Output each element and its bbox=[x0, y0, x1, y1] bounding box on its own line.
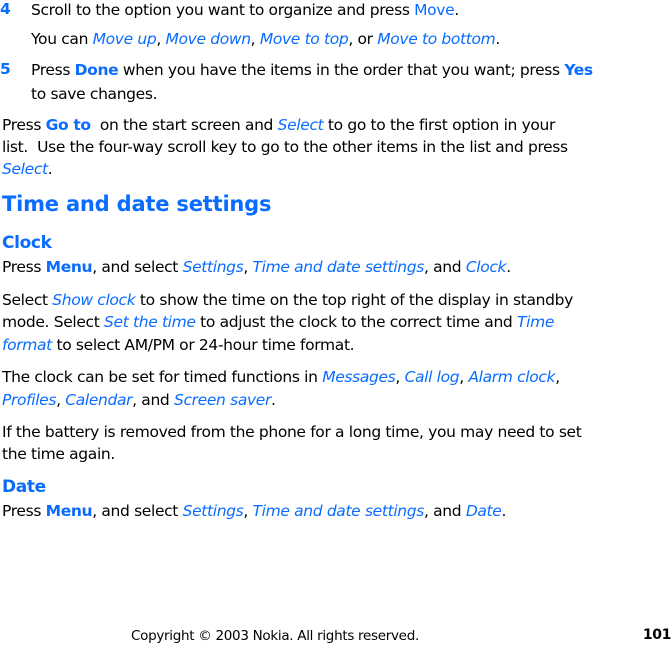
clock-menu-path: Press Menu, and select Settings, Time an… bbox=[2, 258, 511, 276]
option-settings: Settings bbox=[182, 258, 244, 276]
clock-heading: Clock bbox=[2, 233, 52, 253]
key-move: Move bbox=[414, 1, 455, 19]
step-4-text: Scroll to the option you want to organiz… bbox=[31, 1, 459, 19]
option-move-down: Move down bbox=[165, 30, 252, 48]
option-select: Select bbox=[2, 160, 48, 178]
option-settings: Settings bbox=[182, 502, 244, 520]
option-call-log: Call log bbox=[404, 368, 460, 386]
key-yes: Yes bbox=[564, 61, 593, 79]
option-date: Date bbox=[465, 502, 502, 520]
option-time-and-date-settings: Time and date settings bbox=[252, 258, 425, 276]
option-select: Select bbox=[277, 116, 324, 134]
option-clock: Clock bbox=[465, 258, 507, 276]
option-move-to-top: Move to top bbox=[259, 30, 349, 48]
option-move-to-bottom: Move to bottom bbox=[377, 30, 496, 48]
step-5-text: Press Done when you have the items in th… bbox=[31, 61, 593, 79]
option-profiles: Profiles bbox=[2, 391, 57, 409]
key-go-to: Go to bbox=[45, 116, 91, 134]
option-calendar: Calendar bbox=[65, 391, 133, 409]
option-alarm-clock: Alarm clock bbox=[468, 368, 556, 386]
option-time-format: format bbox=[2, 336, 52, 354]
section-title: Time and date settings bbox=[2, 192, 272, 216]
date-menu-path: Press Menu, and select Settings, Time an… bbox=[2, 502, 507, 520]
option-set-the-time: Set the time bbox=[104, 313, 196, 331]
copyright-notice: Copyright © 2003 Nokia. All rights reser… bbox=[131, 628, 419, 644]
date-heading: Date bbox=[2, 477, 46, 497]
key-menu: Menu bbox=[45, 502, 93, 520]
step-number: 4 bbox=[0, 0, 11, 18]
option-time-format: Time bbox=[517, 313, 555, 331]
page-number: 101 bbox=[642, 627, 672, 643]
option-messages: Messages bbox=[322, 368, 396, 386]
key-done: Done bbox=[74, 61, 119, 79]
step-number: 5 bbox=[0, 60, 11, 78]
option-show-clock: Show clock bbox=[52, 291, 136, 309]
step-4-options: You can Move up, Move down, Move to top,… bbox=[31, 30, 500, 48]
step-5-text-cont: to save changes. bbox=[31, 85, 158, 103]
option-screen-saver: Screen saver bbox=[174, 391, 272, 409]
option-time-and-date-settings: Time and date settings bbox=[252, 502, 425, 520]
option-move-up: Move up bbox=[92, 30, 157, 48]
key-menu: Menu bbox=[45, 258, 93, 276]
